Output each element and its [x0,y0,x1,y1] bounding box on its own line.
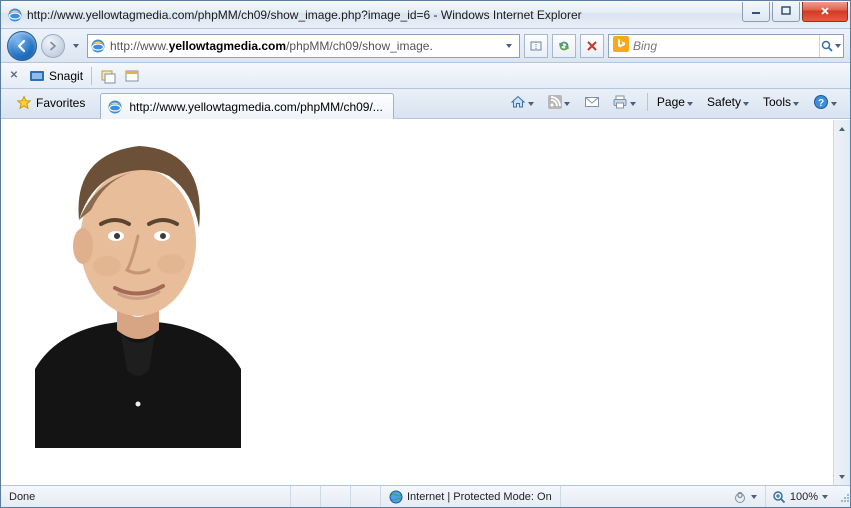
displayed-image [35,124,241,448]
tools-label: Tools [763,95,791,109]
status-empty-1 [291,486,321,507]
page-content [1,120,833,485]
snagit-toolbar: ✕ Snagit [1,63,850,89]
page-menu[interactable]: Page [652,91,700,113]
zoom-control[interactable]: 100% [766,486,834,507]
privacy-icon [733,490,747,504]
scroll-track[interactable] [834,137,850,468]
status-empty-3 [351,486,381,507]
forward-button[interactable] [41,34,65,58]
favorites-label: Favorites [36,96,85,110]
snagit-button[interactable]: Snagit [29,68,83,84]
snagit-tool-2-icon[interactable] [124,68,140,84]
help-button[interactable]: ? [808,91,844,113]
refresh-button[interactable] [552,34,576,58]
safety-label: Safety [707,95,741,109]
snagit-label: Snagit [49,69,83,83]
tab-command-bar: Favorites http://www.yellowtagmedia.com/… [1,89,850,119]
status-bar: Done Internet | Protected Mode: On 100% [1,485,850,507]
separator [91,67,92,85]
page-favicon [90,38,106,54]
command-bar: Page Safety Tools ? [394,89,844,118]
zoom-value: 100% [790,491,818,503]
back-button[interactable] [7,31,37,61]
home-icon [510,94,526,110]
browser-window: http://www.yellowtagmedia.com/phpMM/ch09… [0,0,851,508]
print-button[interactable] [607,91,643,113]
scroll-up-button[interactable] [834,120,850,137]
bing-icon [613,36,629,55]
mail-icon [584,95,600,109]
address-dropdown[interactable] [501,44,517,48]
content-wrapper [1,119,850,485]
resize-grip[interactable] [834,491,850,503]
ie-favicon [107,99,123,115]
status-text: Done [1,486,291,507]
tools-menu[interactable]: Tools [758,91,806,113]
privacy-report-button[interactable] [725,486,766,507]
star-icon [16,95,32,111]
zoom-icon [772,490,786,504]
read-mail-button[interactable] [579,91,605,113]
close-button[interactable] [802,2,848,22]
stop-button[interactable] [580,34,604,58]
maximize-button[interactable] [772,2,800,22]
scroll-down-button[interactable] [834,468,850,485]
safety-menu[interactable]: Safety [702,91,756,113]
address-text: http://www.yellowtagmedia.com/phpMM/ch09… [110,39,497,53]
search-placeholder: Bing [633,39,815,53]
svg-text:?: ? [818,98,824,109]
vertical-scrollbar[interactable] [833,120,850,485]
window-title: http://www.yellowtagmedia.com/phpMM/ch09… [27,8,740,22]
separator [647,93,648,111]
page-label: Page [657,95,685,109]
home-button[interactable] [505,91,541,113]
active-tab[interactable]: http://www.yellowtagmedia.com/phpMM/ch09… [100,93,393,119]
ie-favicon [7,7,23,23]
snagit-close-button[interactable]: ✕ [7,69,21,83]
search-button[interactable] [819,35,841,57]
help-icon: ? [813,94,829,110]
status-empty-2 [321,486,351,507]
snagit-tool-1-icon[interactable] [100,68,116,84]
globe-icon [389,490,403,504]
window-controls [740,2,848,22]
titlebar: http://www.yellowtagmedia.com/phpMM/ch09… [1,1,850,29]
compat-view-button[interactable] [524,34,548,58]
address-bar[interactable]: http://www.yellowtagmedia.com/phpMM/ch09… [87,34,520,58]
tab-title: http://www.yellowtagmedia.com/phpMM/ch09… [129,100,382,114]
url-domain: yellowtagmedia.com [169,39,286,53]
navigation-bar: http://www.yellowtagmedia.com/phpMM/ch09… [1,29,850,63]
search-box[interactable]: Bing [608,34,844,58]
security-label: Internet | Protected Mode: On [407,491,552,503]
minimize-button[interactable] [742,2,770,22]
url-prefix: http://www. [110,39,169,53]
favorites-button[interactable]: Favorites [7,91,94,115]
url-suffix: /phpMM/ch09/show_image. [286,39,433,53]
nav-history-dropdown[interactable] [69,33,83,59]
feeds-button[interactable] [543,91,577,113]
rss-icon [548,95,562,109]
print-icon [612,94,628,110]
security-zone[interactable]: Internet | Protected Mode: On [381,486,561,507]
